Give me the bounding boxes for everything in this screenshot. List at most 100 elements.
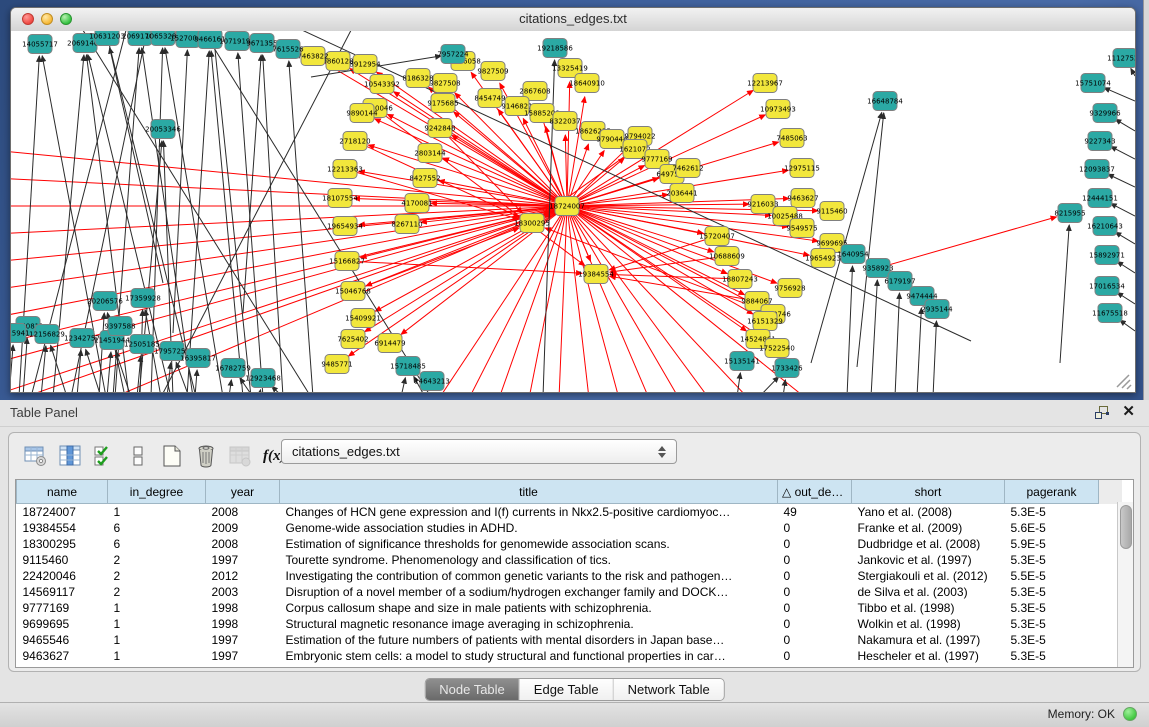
table-cell[interactable]: Wolkin et al. (1998) (852, 616, 1005, 632)
table-cell[interactable]: Estimation of the future numbers of pati… (280, 632, 778, 648)
table-cell[interactable]: Nakamura et al. (1997) (852, 632, 1005, 648)
table-cell[interactable]: 1998 (206, 600, 280, 616)
graph-node[interactable]: 1733426 (771, 359, 803, 378)
graph-node[interactable]: 17016534 (1089, 277, 1125, 296)
table-cell[interactable]: 2008 (206, 504, 280, 521)
graph-node[interactable]: 7485063 (776, 129, 807, 148)
graph-node[interactable]: 15135141 (724, 352, 760, 371)
table-cell[interactable]: Yano et al. (2008) (852, 504, 1005, 521)
column-header-0[interactable]: name (17, 480, 108, 504)
graph-node[interactable]: 9549575 (786, 219, 817, 238)
node-table[interactable]: namein_degreeyeartitle△ out_de…shortpage… (15, 479, 1134, 668)
graph-node[interactable]: 12213967 (747, 74, 783, 93)
table-cell[interactable]: 1998 (206, 616, 280, 632)
table-row[interactable]: 969969511998Structural magnetic resonanc… (17, 616, 1122, 632)
table-cell[interactable]: 22420046 (17, 568, 108, 584)
network-window-titlebar[interactable]: citations_edges.txt (11, 8, 1135, 32)
table-cell[interactable]: 1997 (206, 648, 280, 664)
table-cell[interactable]: 0 (778, 536, 852, 552)
table-cell[interactable]: Embryonic stem cells: a model to study s… (280, 648, 778, 664)
table-cell[interactable]: 5.5E-5 (1005, 568, 1099, 584)
table-cell[interactable]: 0 (778, 520, 852, 536)
graph-node[interactable]: 7957224 (437, 45, 469, 64)
close-panel-icon[interactable]: ✕ (1122, 404, 1135, 420)
table-cell[interactable]: Investigating the contribution of common… (280, 568, 778, 584)
graph-node[interactable]: 6914479 (374, 334, 405, 353)
table-cell[interactable]: 9463627 (17, 648, 108, 664)
graph-node[interactable]: 9115460 (816, 202, 847, 221)
tab-edge-table[interactable]: Edge Table (520, 679, 614, 700)
table-cell[interactable]: 0 (778, 584, 852, 600)
table-vertical-scrollbar[interactable] (1117, 502, 1133, 667)
table-cell[interactable]: 18300295 (17, 536, 108, 552)
graph-node[interactable]: 2036441 (666, 184, 697, 203)
table-cell[interactable]: 9699695 (17, 616, 108, 632)
table-cell[interactable]: 2 (108, 584, 206, 600)
graph-node[interactable]: 8912954 (349, 55, 381, 74)
graph-node[interactable]: 10543392 (364, 75, 400, 94)
graph-node[interactable]: 8267110 (391, 215, 422, 234)
table-cell[interactable]: 2 (108, 568, 206, 584)
table-cell[interactable]: 0 (778, 552, 852, 568)
table-cell[interactable]: 5.6E-5 (1005, 520, 1099, 536)
graph-node[interactable]: 11127530 (1107, 49, 1135, 68)
table-row[interactable]: 1872400712008Changes of HCN gene express… (17, 504, 1122, 521)
float-panel-icon[interactable] (1095, 406, 1109, 419)
table-row[interactable]: 946362711997Embryonic stem cells: a mode… (17, 648, 1122, 664)
row-options-button[interactable] (125, 443, 151, 469)
graph-node[interactable]: 19654934 (327, 217, 363, 236)
tab-network-table[interactable]: Network Table (614, 679, 724, 700)
column-header-2[interactable]: year (206, 480, 280, 504)
graph-node[interactable]: 2935144 (921, 300, 953, 319)
table-cell[interactable]: Estimation of significance thresholds fo… (280, 536, 778, 552)
table-cell[interactable]: Corpus callosum shape and size in male p… (280, 600, 778, 616)
table-cell[interactable]: Dudbridge et al. (2008) (852, 536, 1005, 552)
graph-node[interactable]: 8215955 (1054, 204, 1085, 223)
table-cell[interactable]: 1 (108, 616, 206, 632)
graph-node[interactable]: 14055717 (22, 35, 58, 54)
table-cell[interactable]: 18724007 (17, 504, 108, 521)
graph-node[interactable]: 9329966 (1089, 104, 1121, 123)
table-row[interactable]: 1938455462009Genome-wide association stu… (17, 520, 1122, 536)
table-cell[interactable]: 1997 (206, 632, 280, 648)
table-cell[interactable]: Tibbo et al. (1998) (852, 600, 1005, 616)
graph-node[interactable]: 18107554 (322, 189, 358, 208)
graph-node[interactable]: 9756928 (774, 279, 805, 298)
graph-node[interactable]: 9485771 (321, 355, 352, 374)
table-cell[interactable]: 1997 (206, 552, 280, 568)
graph-node[interactable]: 2803144 (414, 144, 446, 163)
graph-node[interactable]: 8427552 (409, 169, 440, 188)
memory-ok-indicator[interactable] (1123, 707, 1137, 721)
graph-node[interactable]: 15751074 (1075, 74, 1111, 93)
table-cell[interactable]: 49 (778, 504, 852, 521)
table-cell[interactable]: 6 (108, 536, 206, 552)
network-canvas[interactable]: 1872400718300295193845548267110417008184… (11, 31, 1135, 392)
column-visibility-button[interactable] (91, 443, 117, 469)
graph-node[interactable]: 2718120 (339, 132, 370, 151)
table-cell[interactable]: 5.3E-5 (1005, 616, 1099, 632)
graph-node[interactable]: 9463627 (787, 189, 818, 208)
graph-node[interactable]: 15046768 (335, 282, 371, 301)
table-cell[interactable]: Tourette syndrome. Phenomenology and cla… (280, 552, 778, 568)
graph-node[interactable]: 4170081 (401, 194, 432, 213)
table-cell[interactable]: 14569117 (17, 584, 108, 600)
graph-node[interactable]: 1640954 (837, 245, 869, 264)
table-cell[interactable]: 1 (108, 632, 206, 648)
table-cell[interactable]: 19384554 (17, 520, 108, 536)
table-cell[interactable]: 5.9E-5 (1005, 536, 1099, 552)
graph-node[interactable]: 7615526 (272, 40, 304, 59)
table-cell[interactable]: 0 (778, 600, 852, 616)
graph-node[interactable]: 15718485 (390, 357, 426, 376)
column-header-5[interactable]: short (852, 480, 1005, 504)
table-cell[interactable]: Disruption of a novel member of a sodium… (280, 584, 778, 600)
graph-node[interactable]: 9227343 (1084, 132, 1115, 151)
graph-node[interactable]: 16210643 (1087, 217, 1123, 236)
table-cell[interactable]: 5.3E-5 (1005, 648, 1099, 664)
graph-node[interactable]: 15720407 (699, 227, 735, 246)
graph-node[interactable]: 8186328 (402, 69, 433, 88)
table-cell[interactable]: 0 (778, 568, 852, 584)
network-window[interactable]: citations_edges.txt 18724007183002951938… (10, 7, 1136, 393)
table-cell[interactable]: 0 (778, 648, 852, 664)
table-row[interactable]: 946554611997Estimation of the future num… (17, 632, 1122, 648)
table-cell[interactable]: Stergiakouli et al. (2012) (852, 568, 1005, 584)
